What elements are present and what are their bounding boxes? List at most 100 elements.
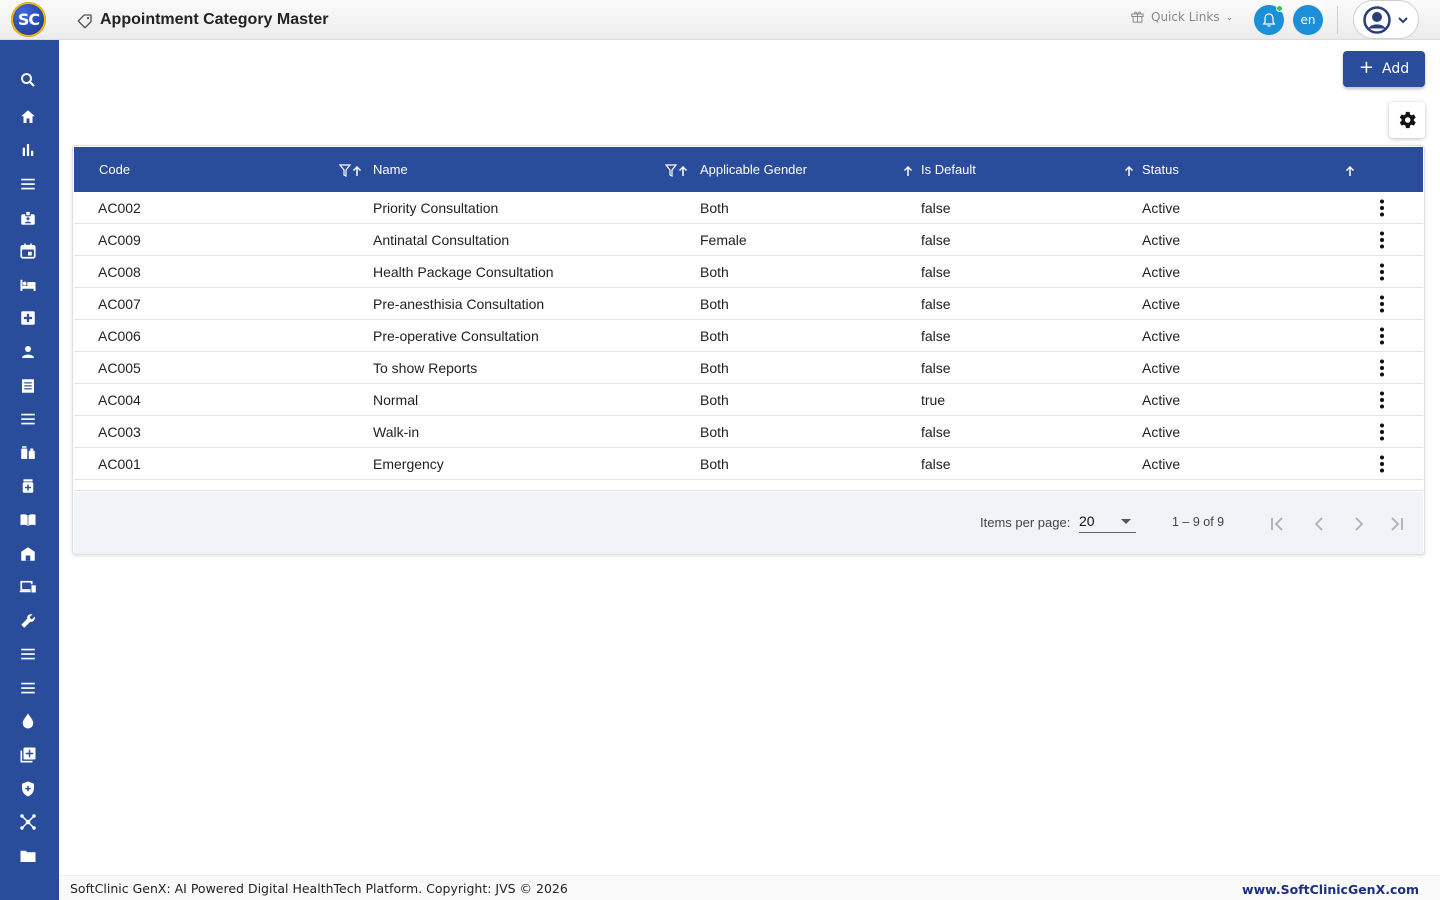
folder-icon xyxy=(20,850,36,862)
cell-is-default: false xyxy=(921,296,951,312)
sidebar-item-badge[interactable] xyxy=(18,208,38,228)
column-header-gender[interactable]: Applicable Gender xyxy=(700,162,807,177)
chevron-down-icon xyxy=(1398,16,1408,23)
avatar-icon xyxy=(1363,5,1391,34)
sidebar-item-store[interactable] xyxy=(18,544,38,564)
table-row[interactable]: AC003 Walk-in Both false Active xyxy=(74,416,1423,448)
cell-name: Normal xyxy=(373,392,419,408)
column-header-code[interactable]: Code xyxy=(99,162,130,177)
cell-name: Antinatal Consultation xyxy=(373,232,510,248)
column-header-name[interactable]: Name xyxy=(373,162,408,177)
cell-code: AC004 xyxy=(98,392,141,408)
table-row[interactable]: AC007 Pre-anesthisia Consultation Both f… xyxy=(74,288,1423,320)
sort-arrow-icon-is-default[interactable] xyxy=(1123,164,1135,178)
sidebar-item-search[interactable] xyxy=(18,70,38,90)
wrench-icon xyxy=(21,614,35,628)
cell-gender: Both xyxy=(700,264,729,280)
sidebar-item-files[interactable] xyxy=(18,846,38,866)
next-page-icon[interactable] xyxy=(1351,516,1367,532)
last-page-icon[interactable] xyxy=(1389,516,1405,532)
cell-name: To show Reports xyxy=(373,360,478,376)
cell-status: Active xyxy=(1142,296,1181,312)
page-size-select[interactable]: 20 xyxy=(1079,505,1136,533)
more-vert-icon[interactable] xyxy=(1379,327,1385,345)
sidebar-item-patients[interactable] xyxy=(18,342,38,362)
sidebar-item-add-library[interactable] xyxy=(18,745,38,765)
footer: SoftClinic GenX: AI Powered Digital Heal… xyxy=(59,875,1440,900)
more-vert-icon[interactable] xyxy=(1379,391,1385,409)
sidebar-item-library[interactable] xyxy=(18,510,38,530)
table-row[interactable]: AC009 Antinatal Consultation Female fals… xyxy=(74,224,1423,256)
quick-links-menu[interactable]: Quick Links ⌄ xyxy=(1130,9,1233,24)
cell-status: Active xyxy=(1142,264,1181,280)
app-logo[interactable]: SC xyxy=(11,2,46,37)
sidebar-item-list-2[interactable] xyxy=(18,409,38,429)
sidebar-item-list[interactable] xyxy=(18,174,38,194)
sidebar-item-security[interactable] xyxy=(18,779,38,799)
sidebar-item-blood-bank[interactable] xyxy=(18,711,38,731)
filter-sort-icon-code[interactable] xyxy=(339,164,363,178)
cell-gender: Both xyxy=(700,296,729,312)
more-vert-icon[interactable] xyxy=(1379,263,1385,281)
cell-is-default: false xyxy=(921,264,951,280)
footer-website-link[interactable]: www.SoftClinicGenX.com xyxy=(1242,882,1419,897)
data-table-card: Code Name Applicable Gender Is Default S… xyxy=(72,145,1425,555)
sidebar-item-list-4[interactable] xyxy=(18,678,38,698)
column-header-status[interactable]: Status xyxy=(1142,162,1179,177)
more-vert-icon[interactable] xyxy=(1379,199,1385,217)
profile-menu[interactable] xyxy=(1353,0,1419,39)
top-bar: SC Appointment Category Master Quick Lin… xyxy=(0,0,1440,40)
sidebar-item-vaccine[interactable] xyxy=(18,443,38,463)
cell-is-default: false xyxy=(921,200,951,216)
cell-code: AC005 xyxy=(98,360,141,376)
column-header-is-default[interactable]: Is Default xyxy=(921,162,976,177)
cell-name: Walk-in xyxy=(373,424,420,440)
language-button[interactable]: en xyxy=(1293,5,1323,35)
cell-code: AC003 xyxy=(98,424,141,440)
table-row[interactable]: AC002 Priority Consultation Both false A… xyxy=(74,192,1423,224)
calendar-icon xyxy=(20,243,36,259)
more-vert-icon[interactable] xyxy=(1379,423,1385,441)
table-row[interactable]: AC004 Normal Both true Active xyxy=(74,384,1423,416)
sidebar-item-hub[interactable] xyxy=(18,812,38,832)
table-row[interactable]: AC008 Health Package Consultation Both f… xyxy=(74,256,1423,288)
home-icon xyxy=(21,110,35,123)
more-vert-icon[interactable] xyxy=(1379,231,1385,249)
bell-icon xyxy=(1262,13,1276,27)
badge-icon xyxy=(21,210,35,225)
shield-icon xyxy=(22,781,34,797)
sidebar-item-home[interactable] xyxy=(18,107,38,127)
plus-icon: + xyxy=(1358,57,1374,78)
bed-icon xyxy=(20,279,36,291)
sidebar-item-tools[interactable] xyxy=(18,611,38,631)
gear-icon xyxy=(1399,111,1416,129)
sort-arrow-icon-gender[interactable] xyxy=(902,164,914,178)
sidebar-item-billing[interactable] xyxy=(18,376,38,396)
more-vert-icon[interactable] xyxy=(1379,359,1385,377)
cell-status: Active xyxy=(1142,392,1181,408)
cell-gender: Both xyxy=(700,392,729,408)
sidebar-item-pharmacy[interactable] xyxy=(18,476,38,496)
sidebar-item-dashboard[interactable] xyxy=(18,140,38,160)
previous-page-icon[interactable] xyxy=(1311,516,1327,532)
cell-gender: Both xyxy=(700,328,729,344)
notification-status-dot xyxy=(1276,5,1283,12)
filter-sort-icon-name[interactable] xyxy=(665,164,689,178)
sort-arrow-icon-status[interactable] xyxy=(1344,164,1356,178)
first-page-icon[interactable] xyxy=(1269,516,1285,532)
more-vert-icon[interactable] xyxy=(1379,295,1385,313)
sidebar-item-calendar[interactable] xyxy=(18,241,38,261)
table-row[interactable]: AC006 Pre-operative Consultation Both fa… xyxy=(74,320,1423,352)
sidebar-item-devices[interactable] xyxy=(18,577,38,597)
cell-status: Active xyxy=(1142,456,1181,472)
table-row[interactable]: AC001 Emergency Both false Active xyxy=(74,448,1423,480)
sidebar-item-beds[interactable] xyxy=(18,275,38,295)
sidebar-item-list-3[interactable] xyxy=(18,644,38,664)
more-vert-icon[interactable] xyxy=(1379,455,1385,473)
menu-icon xyxy=(21,178,35,190)
table-row[interactable]: AC005 To show Reports Both false Active xyxy=(74,352,1423,384)
table-settings-button[interactable] xyxy=(1389,102,1425,138)
sidebar-item-medical[interactable] xyxy=(18,308,38,328)
gift-icon xyxy=(1131,11,1144,23)
add-button[interactable]: + Add xyxy=(1343,51,1425,87)
